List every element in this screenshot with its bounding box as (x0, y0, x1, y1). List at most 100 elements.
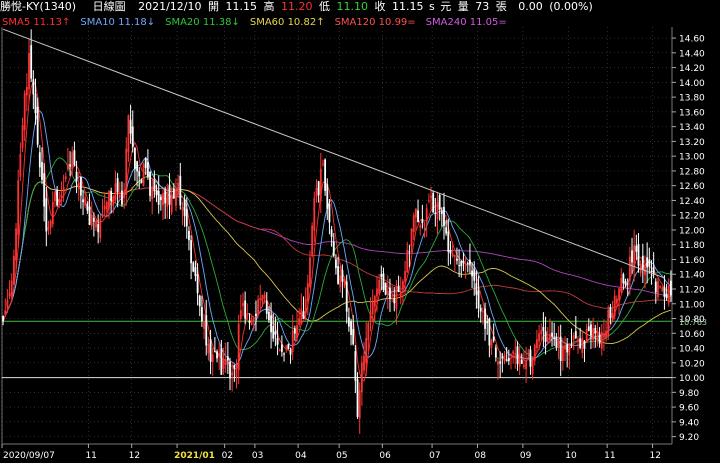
candle-body (590, 324, 592, 336)
candle-body (380, 273, 383, 277)
y-tick-label: 11.00 (679, 300, 705, 310)
candle-body (121, 190, 123, 205)
candle-body (231, 372, 234, 376)
candle-body (561, 347, 564, 362)
candle-body (32, 79, 35, 95)
y-tick-label: 9.60 (679, 404, 699, 414)
y-tick-label: 13.40 (679, 123, 705, 133)
candle-body (514, 353, 517, 356)
candle-body (136, 161, 138, 172)
candle-body (650, 270, 653, 273)
candle-body (166, 191, 169, 207)
candle-body (551, 332, 553, 337)
candle-body (142, 163, 145, 186)
candle-body (670, 280, 672, 296)
candle-body (127, 115, 130, 153)
candle-body (659, 286, 662, 288)
candle-body (456, 258, 458, 261)
candle-body (603, 334, 605, 338)
candle-body (129, 119, 132, 134)
candle-body (255, 313, 257, 316)
candle-body (149, 171, 151, 196)
candle-body (8, 292, 11, 297)
candle-body (252, 319, 255, 321)
y-tick-label: 10.20 (679, 359, 705, 369)
candle-body (440, 211, 443, 214)
candle-body (577, 339, 579, 342)
candle-body (523, 364, 525, 367)
candle-body (360, 362, 363, 392)
candle-body (598, 334, 601, 344)
candle-body (300, 309, 303, 324)
candle-body (384, 282, 387, 295)
candle-body (622, 274, 625, 284)
candle-body (110, 190, 113, 202)
candle-body (274, 331, 277, 335)
candle-body (350, 320, 352, 335)
sma5-line (2, 79, 672, 383)
y-tick-label: 14.20 (679, 64, 705, 74)
x-tick-label: 08 (474, 451, 486, 461)
candle-body (155, 189, 158, 196)
candle-body (436, 202, 439, 219)
candle-body (613, 295, 616, 316)
y-tick-label: 9.80 (679, 389, 699, 399)
candle-body (194, 267, 197, 276)
sma240-line (2, 181, 672, 322)
candle-body (633, 245, 636, 270)
candle-body (36, 106, 39, 145)
candle-body (484, 308, 486, 329)
candle-body (510, 354, 512, 356)
candle-body (38, 152, 41, 168)
stock-chart-window: 勝悅-KY(1340) 日線圖 2021/12/10 開 11.15 高 11.… (0, 0, 720, 463)
candle-body (114, 183, 117, 201)
candle-body (486, 321, 489, 324)
candle-body (445, 227, 448, 234)
candle-body (581, 338, 584, 354)
candle-body (663, 287, 666, 297)
candle-body (527, 353, 530, 355)
candle-body (146, 162, 149, 177)
candle-body (140, 180, 143, 183)
candle-body (326, 184, 329, 209)
candle-body (434, 212, 437, 214)
y-tick-label: 10.00 (679, 374, 705, 384)
candle-body (492, 336, 495, 341)
candle-body (341, 270, 344, 282)
candle-body (54, 192, 56, 202)
y-tick-label: 14.00 (679, 79, 705, 89)
candle-body (641, 255, 644, 270)
candle-body (67, 164, 69, 170)
candle-body (600, 332, 603, 349)
candle-body (408, 251, 411, 253)
candle-body (105, 201, 108, 210)
x-tick-label: 2021/01 (174, 451, 215, 461)
candle-body (497, 361, 499, 365)
candle-body (30, 45, 33, 79)
candle-body (263, 294, 266, 299)
candle-body (205, 315, 208, 346)
candle-body (19, 153, 22, 177)
candle-body (391, 295, 394, 297)
candle-body (185, 208, 188, 227)
candle-body (464, 265, 467, 267)
candle-body (626, 283, 629, 285)
candle-body (235, 369, 238, 377)
candle-body (592, 328, 595, 341)
candle-body (270, 315, 272, 333)
candle-body (224, 358, 227, 366)
candle-body (209, 339, 212, 362)
candle-body (654, 281, 657, 293)
x-tick-label: 12 (650, 451, 661, 461)
x-tick-label: 09 (520, 451, 532, 461)
candle-body (473, 269, 476, 281)
candle-body (162, 192, 164, 206)
candle-body (443, 206, 445, 226)
candle-body (337, 266, 339, 284)
candle-body (568, 344, 571, 355)
candle-body (311, 225, 314, 256)
candle-body (343, 278, 346, 286)
candle-body (516, 346, 519, 365)
candle-body (190, 240, 193, 264)
candle-body (382, 273, 385, 290)
